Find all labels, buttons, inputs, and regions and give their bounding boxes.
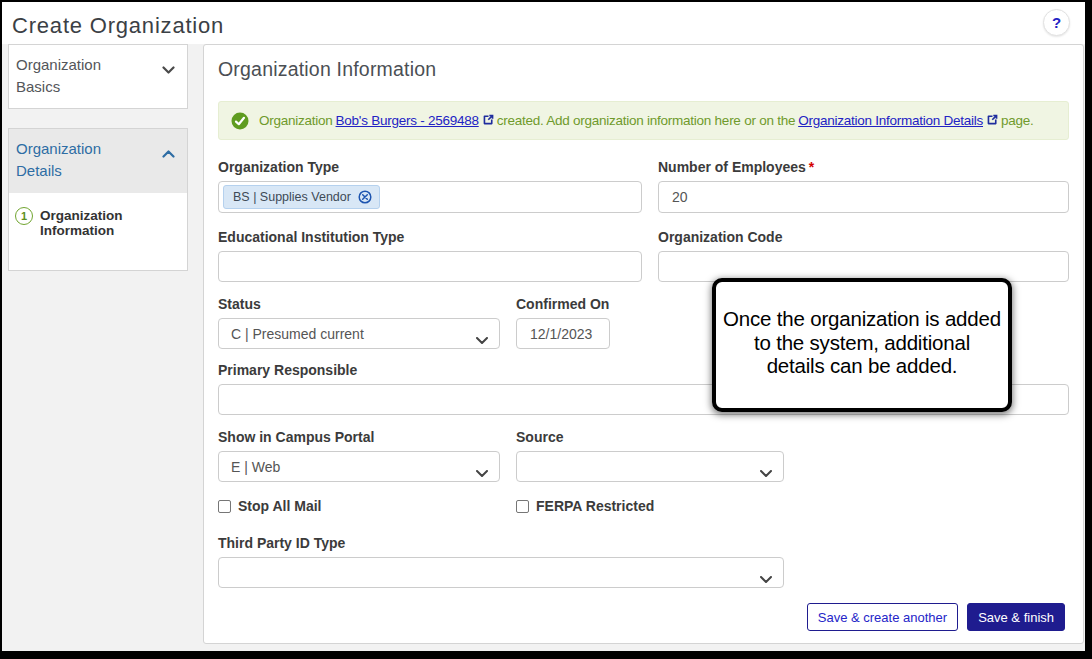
sidebar-item-label: Organization Basics [9, 45, 139, 107]
sidebar-item-label: Organization Information [40, 206, 140, 238]
banner-text: OrganizationBob's Burgers - 2569488 creat… [259, 113, 1037, 128]
ferpa-restricted-label: FERPA Restricted [536, 498, 654, 514]
external-link-icon[interactable] [986, 113, 999, 126]
callout-text: Once the organization is added to the sy… [716, 307, 1008, 378]
sidebar-section-organization-details: Organization Details 1 Organization Info… [8, 128, 188, 271]
organization-information-details-link[interactable]: Organization Information Details [798, 113, 983, 128]
chevron-down-icon [760, 570, 772, 586]
organization-type-label: Organization Type [218, 160, 642, 175]
chip-label: BS | Supplies Vendor [233, 190, 351, 204]
chevron-down-icon [476, 331, 488, 347]
page-title: Create Organization [12, 13, 224, 39]
annotation-callout: Once the organization is added to the sy… [712, 278, 1012, 412]
organization-link[interactable]: Bob's Burgers - 2569488 [336, 113, 479, 128]
source-select[interactable] [516, 451, 784, 482]
chevron-down-icon [162, 60, 175, 78]
educational-institution-type-label: Educational Institution Type [218, 230, 642, 245]
stop-all-mail-label: Stop All Mail [238, 498, 321, 514]
step-number-badge: 1 [15, 207, 33, 225]
save-create-another-button[interactable]: Save & create another [807, 603, 958, 631]
show-in-campus-portal-value: E | Web [231, 459, 280, 475]
confirmed-on-input[interactable]: 12/1/2023 [516, 318, 610, 349]
chevron-down-icon [476, 464, 488, 480]
source-label: Source [516, 430, 784, 445]
educational-institution-type-input[interactable] [218, 251, 642, 282]
window: Create Organization ? Organization Basic… [0, 0, 1092, 659]
banner-segment: created. Add organization information he… [497, 113, 795, 128]
third-party-id-type-label: Third Party ID Type [218, 536, 784, 551]
third-party-id-type-select[interactable] [218, 557, 784, 588]
sidebar-item-organization-basics[interactable]: Organization Basics [8, 44, 188, 109]
organization-type-chip: BS | Supplies Vendor [223, 185, 380, 209]
success-check-icon [231, 112, 249, 130]
save-finish-button[interactable]: Save & finish [967, 603, 1065, 631]
chevron-down-icon [760, 464, 772, 480]
page-content: Organization Basics Organization Details… [2, 44, 1085, 651]
show-in-campus-portal-label: Show in Campus Portal [218, 430, 500, 445]
number-of-employees-label: Number of Employees* [658, 160, 1069, 175]
sidebar-item-organization-details[interactable]: Organization Details [9, 129, 187, 193]
success-banner: OrganizationBob's Burgers - 2569488 creat… [218, 101, 1069, 140]
panel-heading: Organization Information [218, 58, 1069, 80]
chevron-up-icon [162, 144, 175, 162]
status-value: C | Presumed current [231, 326, 364, 342]
help-button[interactable]: ? [1043, 9, 1070, 36]
required-asterisk: * [809, 159, 814, 175]
remove-chip-icon[interactable] [358, 190, 372, 204]
status-select[interactable]: C | Presumed current [218, 318, 500, 349]
sidebar-item-label: Organization Details [9, 129, 139, 191]
sidebar-item-organization-information[interactable]: 1 Organization Information [9, 193, 187, 238]
external-link-icon[interactable] [482, 113, 495, 126]
stop-all-mail-checkbox[interactable] [218, 500, 231, 513]
page-header: Create Organization ? [2, 2, 1085, 44]
banner-segment: Organization [259, 113, 333, 128]
banner-segment: page. [1001, 113, 1034, 128]
organization-type-input[interactable]: BS | Supplies Vendor [218, 181, 642, 213]
question-mark-icon: ? [1052, 14, 1061, 31]
number-of-employees-input[interactable]: 20 [658, 181, 1069, 213]
status-label: Status [218, 297, 500, 312]
confirmed-on-label: Confirmed On [516, 297, 610, 312]
show-in-campus-portal-select[interactable]: E | Web [218, 451, 500, 482]
ferpa-restricted-checkbox[interactable] [516, 500, 529, 513]
organization-code-label: Organization Code [658, 230, 1069, 245]
